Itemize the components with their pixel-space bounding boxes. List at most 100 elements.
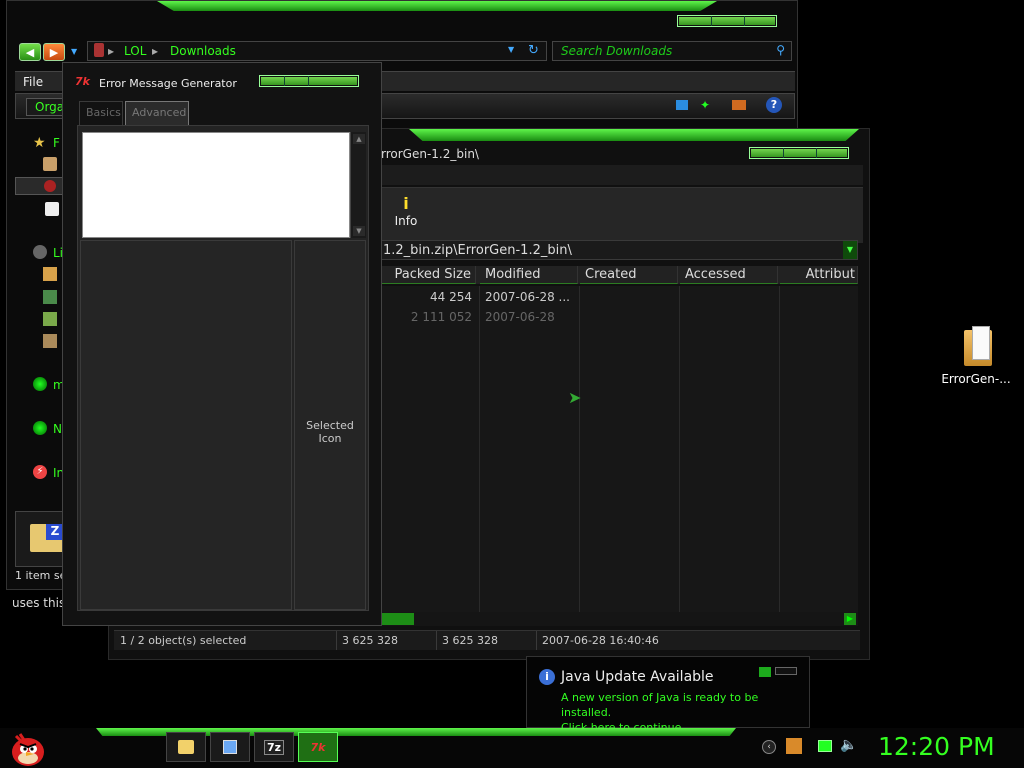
homegroup-icon (33, 377, 47, 391)
scroll-up-arrow[interactable]: ▲ (353, 134, 365, 144)
status-modified: 2007-06-28 16:40:46 (542, 634, 659, 647)
address-folder-icon (94, 43, 104, 57)
details-pane-icon[interactable] (732, 100, 746, 110)
refresh-icon[interactable]: ↻ (528, 43, 539, 58)
nav-favorites[interactable]: F (53, 136, 60, 150)
breadcrumb-lol[interactable]: LOL (124, 44, 146, 58)
network-tray-icon[interactable] (818, 740, 832, 752)
info-icon: i (539, 669, 555, 685)
details-pane: Z (15, 511, 69, 567)
breadcrumb-downloads[interactable]: Downloads (170, 44, 236, 58)
explorer-title-glow (157, 1, 717, 11)
taskbar: 7z 7k ‹ 🔈 12:20 PM (0, 728, 1024, 768)
forward-button[interactable]: ▶ (43, 43, 65, 61)
selected-icon-label: Selected Icon (306, 419, 354, 445)
nav-network[interactable]: N (53, 422, 62, 436)
search-input[interactable]: Search Downloads ⚲ (552, 41, 792, 61)
selected-icon-preview: Selected Icon (294, 240, 366, 610)
zip-folder-icon (960, 322, 992, 366)
preview-pane-icon[interactable]: ✦ (700, 98, 710, 112)
taskbar-clock[interactable]: 12:20 PM (878, 732, 995, 761)
address-bar[interactable]: ▸ LOL ▸ Downloads ▼ ↻ (87, 41, 547, 61)
java-options-icon[interactable] (759, 667, 771, 677)
desktop-fragment-text: uses this (12, 596, 66, 610)
7zip-window-controls[interactable] (749, 147, 849, 159)
search-icon[interactable]: ⚲ (776, 43, 785, 57)
7zip-path-field[interactable]: 1.2_bin.zip\ErrorGen-1.2_bin\ ▼ (378, 240, 858, 260)
desktop-icon-errorgen[interactable]: ErrorGen-... (936, 318, 1016, 388)
address-dropdown-icon[interactable]: ▼ (508, 45, 514, 54)
info-label: Info (394, 214, 418, 228)
row1-modified: 2007-06-28 ... (485, 290, 570, 304)
taskbar-errorgen[interactable]: 7k (298, 732, 338, 762)
forward-arrow-icon: ▶ (49, 45, 59, 59)
desktop-icon[interactable] (43, 157, 57, 171)
recent-pages-dropdown[interactable]: ▼ (71, 47, 77, 56)
col-accessed[interactable]: Accessed (680, 266, 778, 284)
7zip-title-glow (409, 129, 859, 141)
tab-basics[interactable]: Basics (79, 101, 123, 125)
nav-downloads-selected[interactable] (15, 177, 69, 195)
favorites-star-icon: ★ (33, 135, 46, 151)
col-created[interactable]: Created (580, 266, 678, 284)
recent-places-icon[interactable] (45, 202, 59, 216)
7zip-title: rrorGen-1.2_bin\ (381, 147, 479, 161)
java-title: Java Update Available (561, 669, 714, 685)
info-button[interactable]: i Info (386, 192, 426, 240)
row2-packed: 2 111 052 (410, 310, 472, 324)
col-modified[interactable]: Modified (480, 266, 578, 284)
videos-icon[interactable] (43, 334, 57, 348)
pictures-icon[interactable] (43, 312, 57, 326)
emg-window-controls[interactable] (259, 75, 359, 87)
emg-title: Error Message Generator (99, 77, 237, 90)
desktop-icon-label: ErrorGen-... (941, 372, 1011, 386)
message-scrollbar[interactable]: ▲ ▼ (350, 132, 366, 238)
tab-advanced[interactable]: Advanced (125, 101, 189, 125)
menu-file[interactable]: File (23, 75, 43, 89)
search-placeholder: Search Downloads (561, 44, 673, 58)
taskbar-7zip[interactable]: 7z (254, 732, 294, 762)
view-icon[interactable] (676, 100, 688, 110)
taskbar-explorer[interactable] (166, 732, 206, 762)
7zip-file-list[interactable]: 44 254 2007-06-28 ... 2 111 052 2007-06-… (378, 286, 858, 612)
java-tray-icon[interactable] (786, 738, 802, 754)
scroll-thumb[interactable] (378, 613, 414, 625)
taskbar-network[interactable] (210, 732, 250, 762)
status-selected: 1 / 2 object(s) selected (120, 634, 247, 647)
message-textarea[interactable] (82, 132, 350, 238)
libraries-icon (33, 245, 47, 259)
7zip-column-header: Packed Size Modified Created Accessed At… (378, 266, 858, 284)
internet-icon: ⚡ (33, 465, 47, 479)
music-icon[interactable] (43, 290, 57, 304)
status-packed: 3 625 328 (442, 634, 498, 647)
documents-icon[interactable] (43, 267, 57, 281)
angry-bird-icon (12, 733, 44, 766)
status-size: 3 625 328 (342, 634, 398, 647)
7zip-horizontal-scrollbar[interactable]: ▶ (378, 612, 858, 626)
errorgen-icon: 7k (310, 740, 326, 754)
explorer-window-controls[interactable] (677, 15, 777, 27)
java-close-button[interactable] (775, 667, 797, 675)
back-button[interactable]: ◀ (19, 43, 41, 61)
col-attributes[interactable]: Attribut (780, 266, 858, 284)
volume-icon[interactable]: 🔈 (840, 737, 857, 753)
scroll-down-arrow[interactable]: ▼ (353, 226, 365, 236)
back-arrow-icon: ◀ (25, 45, 35, 59)
help-icon[interactable]: ? (766, 97, 782, 113)
icon-list[interactable] (80, 240, 292, 610)
downloads-icon (44, 180, 56, 192)
row1-packed: 44 254 (430, 290, 472, 304)
mouse-cursor: ➤ (568, 388, 582, 407)
info-icon: i (403, 194, 409, 213)
start-button[interactable] (6, 728, 46, 768)
emg-tab-panel: ▲ ▼ Selected Icon (77, 125, 369, 611)
network-icon (33, 421, 47, 435)
7zip-path-text: 1.2_bin.zip\ErrorGen-1.2_bin\ (383, 243, 572, 258)
row2-modified: 2007-06-28 (485, 310, 555, 324)
network-computer-icon (223, 740, 237, 754)
path-dropdown-icon[interactable]: ▼ (843, 241, 857, 259)
col-packed-size[interactable]: Packed Size (378, 266, 476, 284)
show-hidden-icons[interactable]: ‹ (762, 740, 776, 754)
java-update-notification[interactable]: i Java Update Available A new version of… (526, 656, 810, 734)
scroll-right-arrow[interactable]: ▶ (844, 613, 856, 625)
